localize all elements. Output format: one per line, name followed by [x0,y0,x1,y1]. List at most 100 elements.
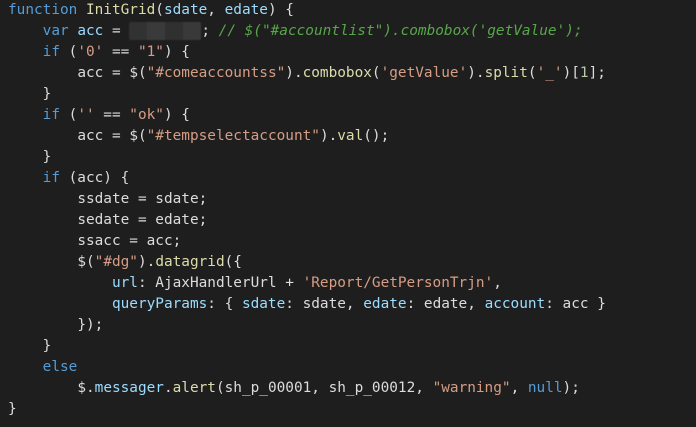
code-token: acc [77,128,104,144]
code-line: } [8,399,696,420]
code-token: ) { [163,107,190,123]
code-token: ( [137,128,147,144]
code-token: 'getValue' [380,65,468,81]
code-token: var [42,23,69,39]
code-token: : edate, [406,296,485,312]
code-line: url: AjaxHandlerUrl + 'Report/GetPersonT… [8,273,696,294]
code-line: $("#dg").datagrid({ [8,252,696,273]
code-line: } [8,336,696,357]
code-token: split [484,65,528,81]
code-token: } [42,338,52,354]
code-token: ( [137,65,147,81]
code-token: ]; [588,65,606,81]
code-token: ). [285,65,303,81]
code-token: combobox [302,65,372,81]
code-token: , [207,2,225,18]
code-token: "ok" [129,107,164,123]
code-token: messager [94,380,164,396]
code-token: = [103,65,130,81]
code-token: ). [467,65,485,81]
code-token: if [42,170,60,186]
code-token: . [163,380,173,396]
code-token: ) { [267,2,294,18]
code-line: if (acc) { [8,168,696,189]
code-line: ssacc = acc; [8,231,696,252]
code-token: ; [198,191,208,207]
code-token: (acc) { [59,170,130,186]
code-token: (); [363,128,390,144]
code-token: acc [77,23,104,39]
code-line: acc = $("#comeaccountss").combobox('getV… [8,63,696,84]
code-token: = [120,233,147,249]
code-token: ( [371,65,381,81]
code-token: queryParams [111,296,208,312]
code-token: datagrid [155,254,225,270]
code-token: ) { [163,44,190,60]
code-token: ); [562,380,580,396]
code-token: ( [85,254,95,270]
code-token: alert [172,380,216,396]
code-token: ). [137,254,156,270]
code-token: '0' [77,44,104,60]
code-token: ; [201,23,219,39]
code-token: sdate [155,191,199,207]
code-line: queryParams: { sdate: sdate, edate: edat… [8,294,696,315]
code-token: acc [77,65,104,81]
code-line: if ('0' == "1") { [8,42,696,63]
code-token: 1 [579,65,589,81]
code-token: $ [129,128,138,144]
code-token: if [42,107,60,123]
code-token: $ [77,380,86,396]
code-token: : { [207,296,242,312]
code-token: : acc } [545,296,606,312]
code-token: = [129,212,156,228]
code-token: ). [319,128,338,144]
code-line: ssdate = sdate; [8,189,696,210]
code-token: : AjaxHandlerUrl + [137,275,303,291]
code-token: }); [77,317,104,333]
code-token: function [8,2,78,18]
code-token: ( [527,65,537,81]
code-token: ( [59,44,78,60]
code-token: } [42,86,52,102]
code-line: if ('' == "ok") { [8,105,696,126]
code-token: ({ [224,254,242,270]
code-token: ( [59,107,78,123]
code-token: } [8,401,17,417]
code-lines: function InitGrid(sdate, edate) { var ac… [8,0,696,420]
code-editor[interactable]: function InitGrid(sdate, edate) { var ac… [0,0,696,427]
code-token: $ [77,254,86,270]
code-token: == [103,44,138,60]
code-line: }); [8,315,696,336]
code-token: } [42,149,52,165]
code-token: , [510,380,528,396]
code-token: edate [363,296,407,312]
code-token: edate [155,212,199,228]
code-token: null [527,380,563,396]
code-line: var acc = ; // $("#accountlist").combobo… [8,21,696,42]
code-token: else [42,359,78,375]
code-token: sdate [163,2,208,18]
code-token: // $("#accountlist").combobox('getValue'… [218,23,583,39]
code-token: sedate [77,212,130,228]
code-token: , [493,275,502,291]
code-token: = [103,128,130,144]
code-token: val [337,128,364,144]
code-token: "#tempselectaccount" [146,128,320,144]
code-token: "#comeaccountss" [146,65,286,81]
code-token: acc [146,233,173,249]
code-token: )[ [562,65,580,81]
code-line: } [8,84,696,105]
code-token: = [103,23,130,39]
code-token: account [484,296,546,312]
code-token: "#dg" [94,254,138,270]
code-token: ssacc [77,233,121,249]
code-token: = [129,191,156,207]
